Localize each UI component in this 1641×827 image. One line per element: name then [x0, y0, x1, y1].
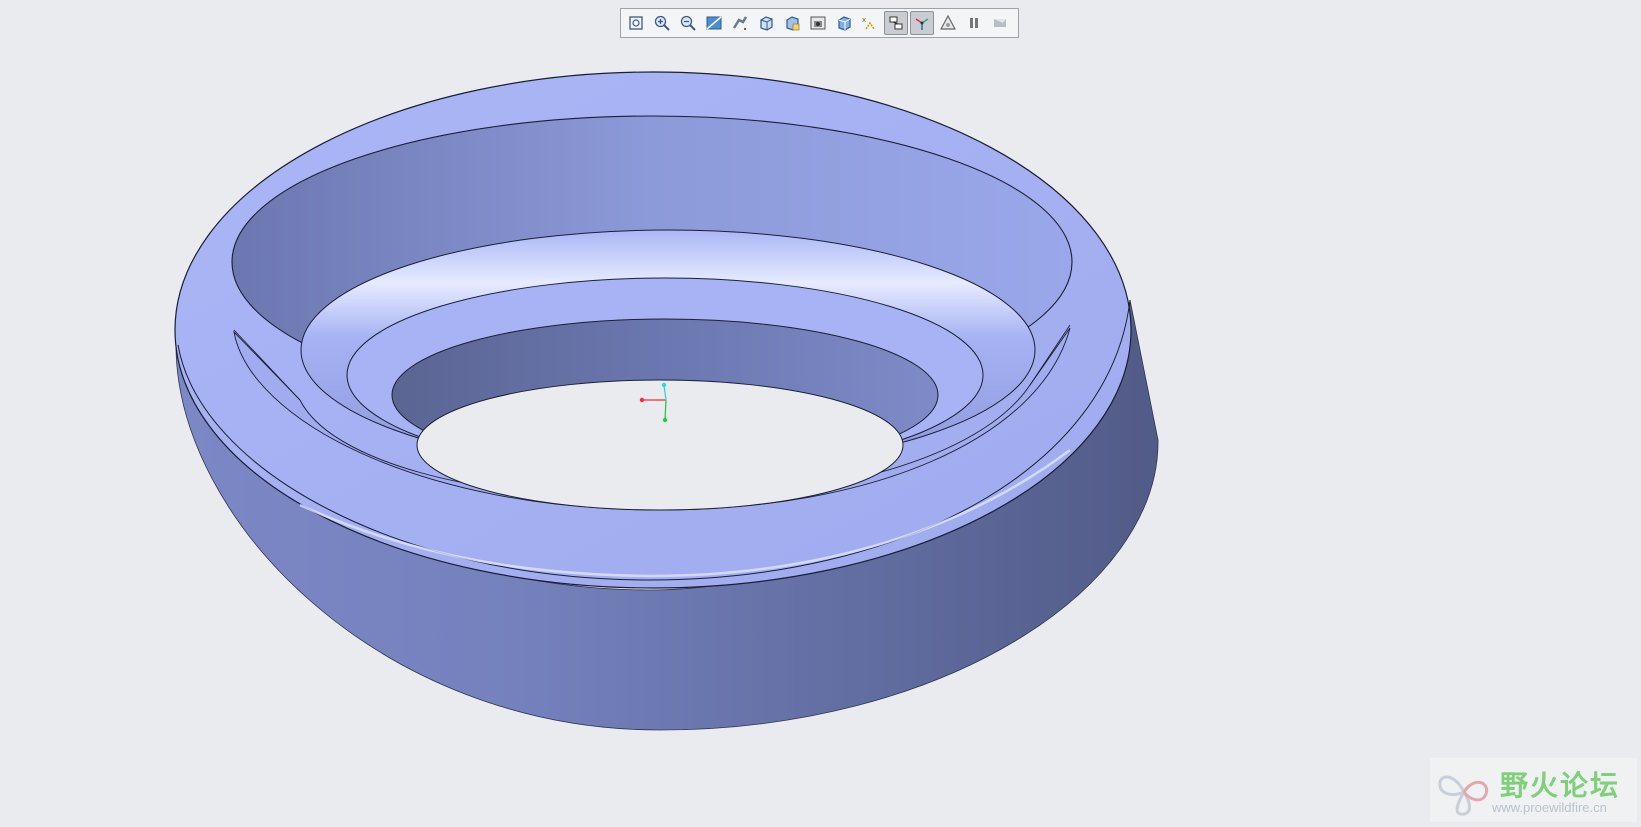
- repaint-button[interactable]: [702, 11, 726, 35]
- last-icon: [994, 19, 1006, 27]
- display-style-icon: [732, 16, 748, 30]
- refit-icon: [629, 16, 643, 30]
- spin-center-button[interactable]: [910, 11, 934, 35]
- butterfly-logo-icon: [1438, 775, 1489, 816]
- saved-orientations-icon: [760, 16, 773, 31]
- section-button[interactable]: [832, 11, 856, 35]
- repaint-icon: [706, 16, 722, 30]
- zoom-in-icon: [654, 15, 670, 31]
- annotation-display-icon: [889, 16, 903, 30]
- svg-text:x: x: [862, 16, 866, 24]
- model-viewport[interactable]: [0, 0, 1641, 827]
- zoom-out-button[interactable]: [676, 11, 700, 35]
- spin-center-icon: [915, 18, 929, 30]
- view-manager-button[interactable]: [780, 11, 804, 35]
- display-style-button[interactable]: [728, 11, 752, 35]
- datum-display-button[interactable]: x: [858, 11, 882, 35]
- zoom-out-icon: [680, 15, 696, 31]
- annotation-display-button[interactable]: [884, 11, 908, 35]
- pause-icon: [970, 18, 978, 28]
- datum-display-icon: x: [862, 16, 875, 30]
- perspective-view-icon: [810, 16, 826, 30]
- view-manager-icon: [786, 16, 800, 31]
- graphics-toolbar: x: [620, 8, 1019, 38]
- last-button[interactable]: [988, 11, 1012, 35]
- forum-watermark: 野火论坛 www.proewildfire.cn: [1430, 758, 1637, 822]
- refit-button[interactable]: [624, 11, 648, 35]
- zoom-in-button[interactable]: [650, 11, 674, 35]
- saved-orientations-button[interactable]: [754, 11, 778, 35]
- watermark-url: www.proewildfire.cn: [1492, 800, 1607, 815]
- perspective-view-button[interactable]: [806, 11, 830, 35]
- section-icon: [838, 16, 851, 31]
- appearance-button[interactable]: [936, 11, 960, 35]
- watermark-title: 野火论坛: [1500, 769, 1621, 802]
- pause-button[interactable]: [962, 11, 986, 35]
- appearance-icon: [939, 14, 957, 30]
